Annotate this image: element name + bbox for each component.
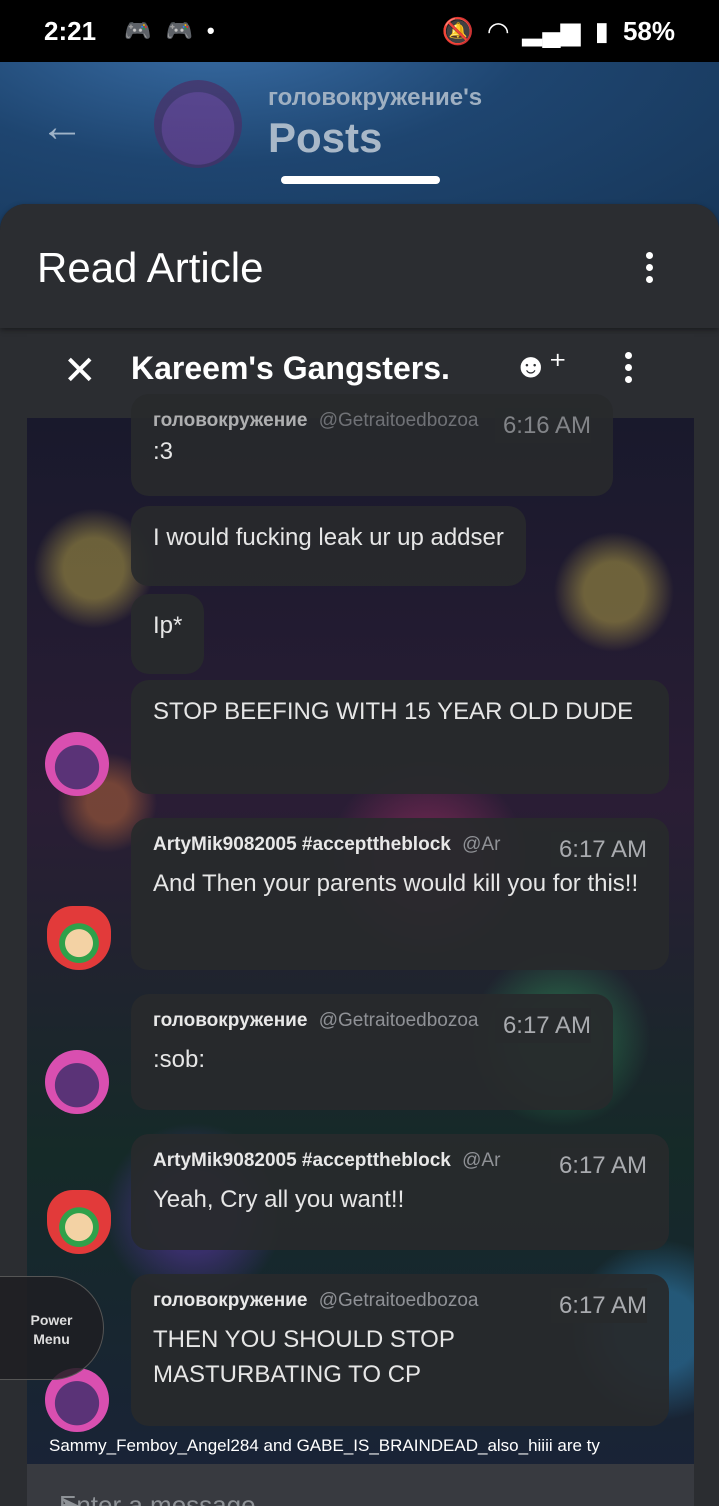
sheet-drag-handle[interactable] <box>281 176 440 184</box>
dot-icon: • <box>206 18 215 43</box>
message-author: головокружение <box>153 1010 308 1031</box>
message-bubble: Ip* <box>131 594 205 674</box>
message-handle: @Getraitoedbozoa <box>318 410 479 431</box>
message-text: THEN YOU SHOULD STOP MASTURBATING TO CP <box>153 1326 455 1388</box>
read-article-sheet: Read Article ✕ Kareem's Gangsters. ☻⁺ го… <box>0 204 719 1506</box>
sheet-title: Read Article <box>37 244 264 291</box>
more-options-icon[interactable] <box>644 252 654 283</box>
message-text: :sob: <box>153 1046 206 1073</box>
chat-image: ✕ Kareem's Gangsters. ☻⁺ головокружение … <box>27 334 694 1506</box>
message-handle: @Ar <box>462 1150 501 1171</box>
message-time: 6:17 AM <box>550 1148 647 1183</box>
message-bubble: STOP BEEFING WITH 15 YEAR OLD DUDE <box>131 680 669 794</box>
typing-indicator: Sammy_Femboy_Angel284 and GABE_IS_BRAIND… <box>49 1436 600 1455</box>
status-time: 2:21 <box>44 15 97 46</box>
bell-off-icon: 🔕 <box>441 15 475 46</box>
power-menu-label: Power <box>30 1312 73 1328</box>
message-handle: @Getraitoedbozoa <box>318 1010 479 1031</box>
message-bubble: I would fucking leak ur up addser <box>131 506 526 586</box>
message-bubble: ArtyMik9082005 #accepttheblock @Ar 6:17 … <box>131 818 669 970</box>
message-text: STOP BEEFING WITH 15 YEAR OLD DUDE <box>153 698 634 725</box>
message-time: 6:16 AM <box>494 408 591 443</box>
back-arrow-icon[interactable]: ← <box>40 102 84 152</box>
message-text: I would fucking leak ur up addser <box>153 524 504 551</box>
chat-more-icon[interactable] <box>623 352 633 383</box>
message-input[interactable]: Enter a message ➤ <box>27 1464 694 1506</box>
battery-charging-icon: ▮ <box>594 15 609 46</box>
message-author: ArtyMik9082005 #accepttheblock <box>153 1150 451 1171</box>
close-icon[interactable]: ✕ <box>63 348 97 394</box>
message-time: 6:17 AM <box>494 1008 591 1043</box>
status-bar: 2:21 🎮 🎮 • 🔕 ◠ ▂▄▆ ▮ 58% <box>0 0 719 62</box>
chat-title: Kareem's Gangsters. <box>131 350 450 386</box>
message-text: Ip* <box>153 612 183 639</box>
message-author: головокружение <box>153 1290 308 1311</box>
message-handle: @Getraitoedbozoa <box>318 1290 479 1311</box>
page-title: Posts <box>268 114 383 161</box>
discord-icon: 🎮 <box>165 18 193 43</box>
message-text: Yeah, Cry all you want!! <box>153 1186 405 1213</box>
message-bubble: головокружение @Getraitoedbozoa 6:16 AM … <box>131 394 613 496</box>
message-bubble: ArtyMik9082005 #accepttheblock @Ar 6:17 … <box>131 1134 669 1250</box>
message-bubble: головокружение @Getraitoedbozoa 6:17 AM … <box>131 1274 669 1426</box>
avatar[interactable] <box>47 1190 111 1254</box>
signal-icon: ▂▄▆ <box>522 15 581 46</box>
discord-icon: 🎮 <box>124 18 152 43</box>
posts-owner: головокружение's <box>268 84 483 111</box>
message-time: 6:17 AM <box>550 832 647 867</box>
avatar[interactable] <box>45 1050 109 1114</box>
battery-percent: 58% <box>622 15 675 46</box>
message-author: головокружение <box>153 410 308 431</box>
sheet-header: Read Article <box>0 204 719 328</box>
power-menu-button[interactable]: Power Menu <box>0 1276 104 1380</box>
power-menu-label: Menu <box>33 1331 70 1347</box>
avatar[interactable] <box>47 906 111 970</box>
avatar <box>154 80 242 168</box>
message-time: 6:17 AM <box>550 1288 647 1323</box>
message-handle: @Ar <box>462 834 501 855</box>
message-text: And Then your parents would kill you for… <box>153 870 639 897</box>
wifi-icon: ◠ <box>488 15 509 46</box>
send-icon[interactable]: ➤ <box>59 1490 654 1506</box>
message-bubble: головокружение @Getraitoedbozoa 6:17 AM … <box>131 994 613 1110</box>
message-author: ArtyMik9082005 #accepttheblock <box>153 834 451 855</box>
add-reaction-icon[interactable]: ☻⁺ <box>513 346 567 386</box>
avatar[interactable] <box>45 732 109 796</box>
